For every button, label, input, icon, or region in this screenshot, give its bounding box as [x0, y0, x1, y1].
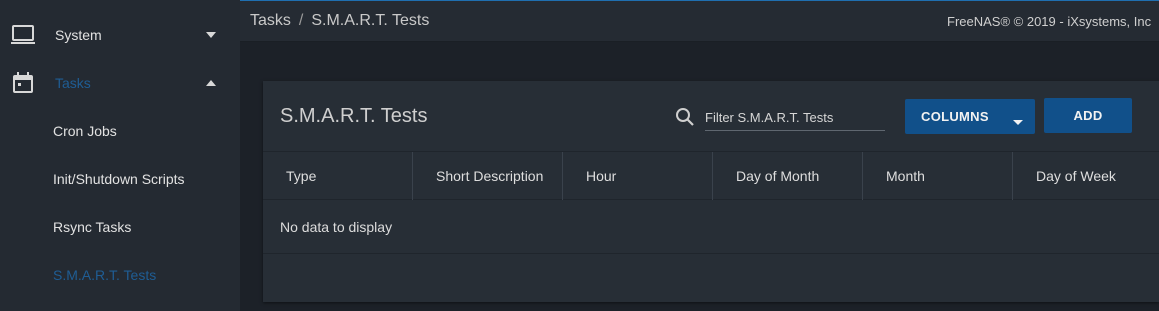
columns-button[interactable]: COLUMNS [905, 99, 1035, 134]
column-header-label: Short Description [436, 168, 544, 184]
column-header-label: Type [286, 168, 317, 184]
empty-table-message: No data to display [263, 200, 1159, 254]
sidebar-item-label: Init/Shutdown Scripts [53, 171, 185, 187]
sidebar-item-init-shutdown-scripts[interactable]: Init/Shutdown Scripts [0, 155, 240, 203]
column-header-short-description[interactable]: Short Description [412, 152, 562, 200]
smart-tests-card: S.M.A.R.T. Tests COLUMNS ADD Type Short … [263, 81, 1159, 302]
top-bar: Tasks / S.M.A.R.T. Tests FreeNAS® © 2019 -… [240, 0, 1159, 42]
sidebar-item-system[interactable]: System [0, 11, 240, 59]
sidebar-item-rsync-tasks[interactable]: Rsync Tasks [0, 203, 240, 251]
breadcrumb-separator: / [298, 12, 304, 29]
breadcrumb-item-current: S.M.A.R.T. Tests [311, 12, 430, 29]
sidebar-item-tasks[interactable]: Tasks [0, 59, 240, 107]
column-header-day-of-month[interactable]: Day of Month [712, 152, 862, 200]
column-header-day-of-week[interactable]: Day of Week [1012, 152, 1159, 200]
column-header-type[interactable]: Type [263, 152, 413, 200]
column-header-label: Hour [586, 168, 617, 184]
empty-message-text: No data to display [280, 218, 393, 235]
breadcrumb-item-tasks[interactable]: Tasks [250, 12, 291, 29]
breadcrumb: Tasks / S.M.A.R.T. Tests [250, 12, 429, 30]
sidebar-item-label: Cron Jobs [53, 123, 117, 139]
sidebar-item-label: Rsync Tasks [53, 219, 132, 235]
add-button[interactable]: ADD [1044, 98, 1132, 133]
sidebar-item-smart-tests[interactable]: S.M.A.R.T. Tests [0, 251, 240, 299]
search-icon [676, 108, 694, 126]
column-header-label: Day of Week [1036, 168, 1116, 184]
column-header-hour[interactable]: Hour [562, 152, 712, 200]
column-header-month[interactable]: Month [862, 152, 1012, 200]
chevron-up-icon [205, 59, 217, 107]
sidebar-item-label: Tasks [55, 75, 91, 91]
sidebar-item-cron-jobs[interactable]: Cron Jobs [0, 107, 240, 155]
calendar-icon [13, 72, 33, 93]
chevron-down-icon [1013, 113, 1023, 128]
app-root: System Tasks Cron Jobs Init/Shutdown Scr… [0, 0, 1159, 311]
sidebar-item-label: S.M.A.R.T. Tests [53, 267, 157, 283]
filter-input[interactable] [705, 105, 885, 131]
sidebar-item-label: System [55, 27, 102, 43]
columns-button-label: COLUMNS [921, 109, 989, 124]
chevron-down-icon [205, 11, 217, 59]
column-header-label: Day of Month [736, 168, 820, 184]
laptop-icon [11, 25, 35, 44]
table-header: Type Short Description Hour Day of Month… [263, 151, 1159, 200]
copyright-text: FreeNAS® © 2019 - iXsystems, Inc [947, 14, 1152, 29]
sidebar: System Tasks Cron Jobs Init/Shutdown Scr… [0, 0, 240, 311]
column-header-label: Month [886, 168, 925, 184]
add-button-label: ADD [1073, 108, 1103, 123]
page-title: S.M.A.R.T. Tests [280, 105, 428, 127]
